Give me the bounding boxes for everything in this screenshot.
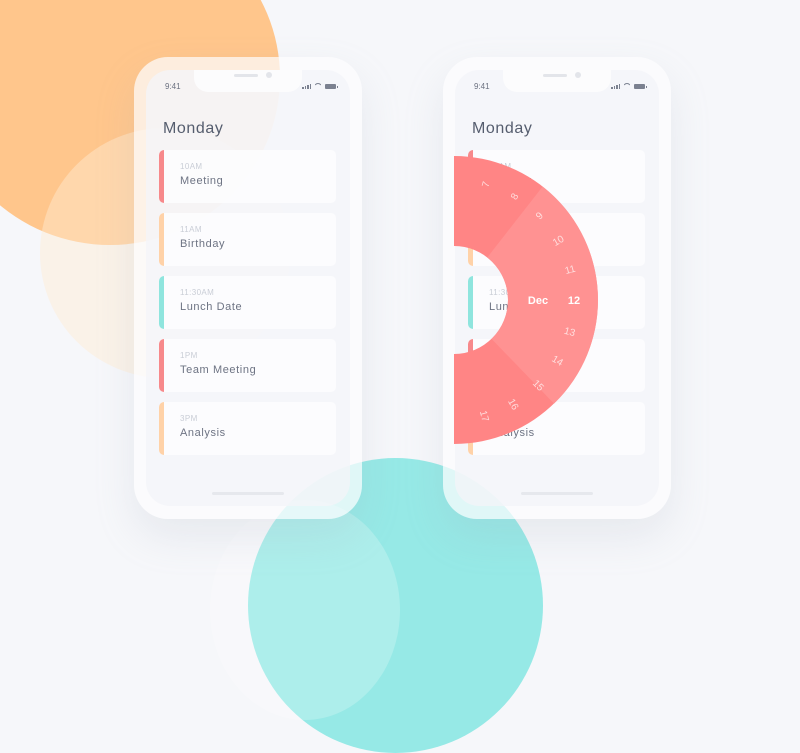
home-indicator[interactable] xyxy=(521,492,593,495)
event-card[interactable]: 3PM Analysis xyxy=(159,402,336,455)
event-time: 10AM xyxy=(489,162,512,171)
event-color-bar xyxy=(468,213,473,266)
camera-icon xyxy=(575,72,581,78)
event-card[interactable]: 1PM Team Meeting xyxy=(468,339,645,392)
status-time: 9:41 xyxy=(165,82,181,91)
wifi-icon xyxy=(314,83,322,89)
event-title: Analysis xyxy=(180,427,226,439)
event-time: 11AM xyxy=(180,225,202,234)
camera-icon xyxy=(266,72,272,78)
event-title: Lunch Date xyxy=(180,301,243,313)
event-card[interactable]: 3PM Analysis xyxy=(468,402,645,455)
event-title: Birthday xyxy=(489,238,535,250)
event-title: Meeting xyxy=(180,175,224,187)
event-card[interactable]: 11AM Birthday xyxy=(159,213,336,266)
event-card[interactable]: 11AM Birthday xyxy=(468,213,645,266)
event-title: Meeting xyxy=(489,175,533,187)
event-color-bar xyxy=(159,150,164,203)
event-color-bar xyxy=(468,276,473,329)
event-card[interactable]: 11:30AM Lunch Date xyxy=(159,276,336,329)
event-title: Team Meeting xyxy=(180,364,257,376)
event-time: 1PM xyxy=(489,351,507,360)
status-icons xyxy=(302,83,338,89)
event-time: 11AM xyxy=(489,225,511,234)
phone-mockup-date-picker: 9:41 Monday 10AM Meeting 11AM Birthday 1… xyxy=(443,57,671,519)
phone-screen: 9:41 Monday 10AM Meeting 11AM Birthday 1… xyxy=(455,70,659,506)
event-color-bar xyxy=(468,402,473,455)
event-time: 1PM xyxy=(180,351,198,360)
event-title: Birthday xyxy=(180,238,226,250)
status-icons xyxy=(611,83,647,89)
day-title: Monday xyxy=(163,120,224,137)
phone-notch xyxy=(503,70,611,92)
event-time: 11:30AM xyxy=(180,288,215,297)
event-title: Team Meeting xyxy=(489,364,566,376)
event-card[interactable]: 1PM Team Meeting xyxy=(159,339,336,392)
event-time: 3PM xyxy=(489,414,507,423)
home-indicator[interactable] xyxy=(212,492,284,495)
event-color-bar xyxy=(159,402,164,455)
phone-mockup-schedule: 9:41 Monday 10AM Meeting 11AM Birthday 1… xyxy=(134,57,362,519)
event-title: Analysis xyxy=(489,427,535,439)
signal-icon xyxy=(302,84,311,89)
battery-icon xyxy=(634,84,647,89)
event-card[interactable]: 10AM Meeting xyxy=(159,150,336,203)
event-time: 11:30AM xyxy=(489,288,524,297)
event-color-bar xyxy=(159,213,164,266)
event-title: Lunch Date xyxy=(489,301,552,313)
speaker-icon xyxy=(234,74,258,77)
event-card[interactable]: 11:30AM Lunch Date xyxy=(468,276,645,329)
event-color-bar xyxy=(468,339,473,392)
phone-screen: 9:41 Monday 10AM Meeting 11AM Birthday 1… xyxy=(146,70,350,506)
event-color-bar xyxy=(159,276,164,329)
event-color-bar xyxy=(468,150,473,203)
event-color-bar xyxy=(159,339,164,392)
event-time: 10AM xyxy=(180,162,203,171)
event-card[interactable]: 10AM Meeting xyxy=(468,150,645,203)
decorative-teal-inner-circle xyxy=(210,500,400,720)
signal-icon xyxy=(611,84,620,89)
event-list: 10AM Meeting 11AM Birthday 11:30AM Lunch… xyxy=(159,150,336,465)
event-time: 3PM xyxy=(180,414,198,423)
wifi-icon xyxy=(623,83,631,89)
battery-icon xyxy=(325,84,338,89)
event-list: 10AM Meeting 11AM Birthday 11:30AM Lunch… xyxy=(468,150,645,465)
phone-notch xyxy=(194,70,302,92)
speaker-icon xyxy=(543,74,567,77)
day-title: Monday xyxy=(472,120,533,137)
status-time: 9:41 xyxy=(474,82,490,91)
